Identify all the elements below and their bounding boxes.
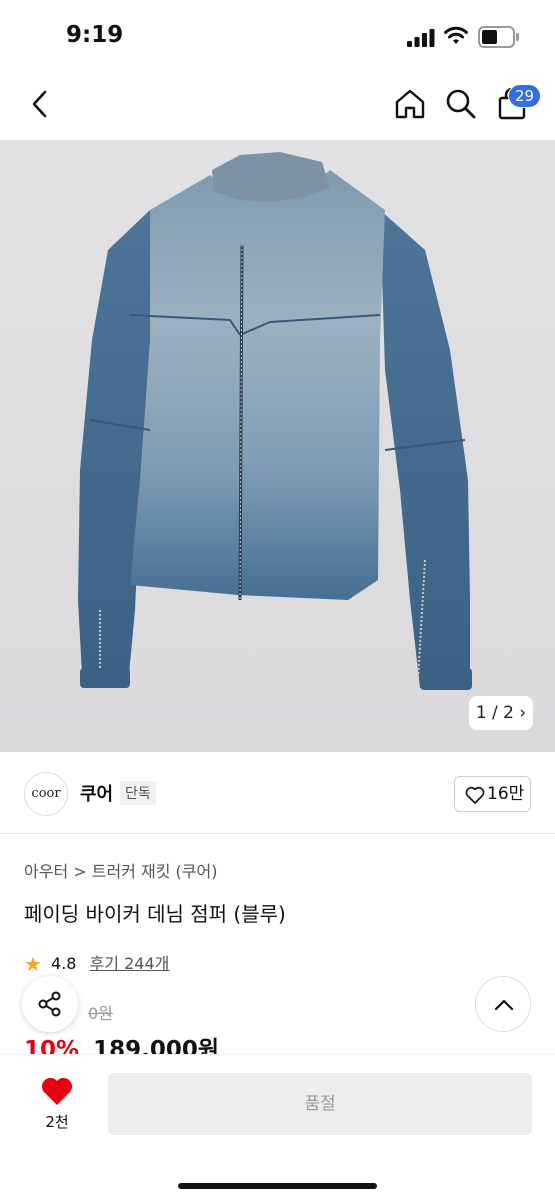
wifi-icon bbox=[444, 26, 468, 44]
status-bar: 9:19 bbox=[0, 0, 555, 72]
product-page: 9:19 29 1 / 2 › coor 쿠어 단독 16만 아우터 > 트러커… bbox=[0, 0, 555, 1200]
status-time: 9:19 bbox=[66, 22, 124, 48]
share-icon bbox=[38, 991, 61, 1017]
original-price: 0원 bbox=[88, 1004, 113, 1023]
back-chevron-icon[interactable] bbox=[24, 86, 58, 122]
heart-outline-icon bbox=[465, 786, 485, 804]
gallery-pager[interactable]: 1 / 2 › bbox=[469, 696, 533, 730]
battery-icon bbox=[478, 26, 519, 48]
sold-out-button[interactable]: 품절 bbox=[108, 1073, 532, 1135]
brand-logo[interactable]: coor bbox=[24, 772, 68, 816]
exclusive-tag: 단독 bbox=[120, 781, 156, 805]
rating-score: 4.8 bbox=[51, 954, 77, 973]
top-nav: 29 bbox=[0, 72, 555, 140]
home-icon[interactable] bbox=[392, 86, 428, 122]
scroll-top-button[interactable] bbox=[475, 976, 531, 1032]
cart-count-badge: 29 bbox=[508, 84, 541, 108]
brand-like-count: 16만 bbox=[487, 784, 525, 804]
breadcrumb[interactable]: 아우터 > 트러커 재킷 (쿠어) bbox=[24, 858, 217, 882]
brand-row: coor 쿠어 단독 16만 bbox=[0, 752, 555, 834]
bottom-action-bar: 2천 품절 bbox=[0, 1054, 555, 1200]
share-button[interactable] bbox=[22, 976, 78, 1032]
brand-like-button[interactable]: 16만 bbox=[454, 776, 531, 812]
rating-row: ★ 4.8 후기 244개 bbox=[24, 950, 169, 976]
product-image-gallery[interactable]: 1 / 2 › bbox=[0, 140, 555, 752]
product-title: 페이딩 바이커 데님 점퍼 (블루) bbox=[24, 902, 286, 926]
search-icon[interactable] bbox=[443, 86, 479, 122]
brand-name[interactable]: 쿠어 bbox=[80, 780, 113, 806]
star-icon: ★ bbox=[24, 952, 42, 976]
review-link[interactable]: 후기 244개 bbox=[90, 954, 170, 973]
cellular-signal-icon bbox=[407, 29, 435, 47]
wishlist-heart-icon[interactable] bbox=[40, 1075, 74, 1107]
denim-jacket-image bbox=[78, 152, 472, 690]
chevron-up-icon bbox=[494, 999, 514, 1011]
home-indicator bbox=[178, 1183, 377, 1189]
wishlist-count: 2천 bbox=[45, 1113, 69, 1131]
